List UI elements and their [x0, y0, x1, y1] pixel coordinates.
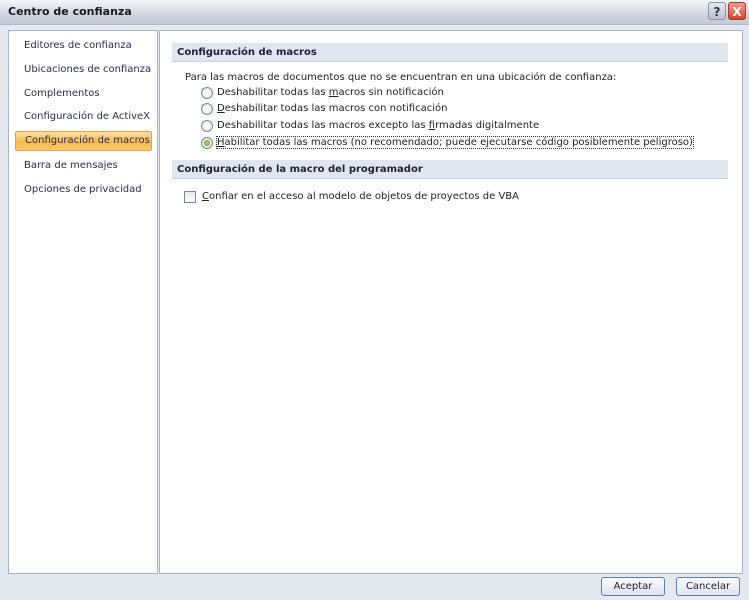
radio-disable-notify[interactable] — [201, 103, 213, 115]
sidebar-item-editores[interactable]: Editores de confianza — [15, 36, 152, 56]
close-button[interactable]: X — [728, 2, 746, 20]
vba-access-label[interactable]: Confiar en el acceso al modelo de objeto… — [202, 191, 519, 202]
option-label[interactable]: Deshabilitar todas las macros sin notifi… — [217, 87, 444, 98]
option-label[interactable]: Deshabilitar todas las macros excepto la… — [217, 120, 539, 131]
option-label[interactable]: Deshabilitar todas las macros con notifi… — [217, 103, 447, 114]
content-panel: Configuración de macros Para las macros … — [159, 30, 743, 574]
sidebar-item-barra-mensajes[interactable]: Barra de mensajes — [15, 156, 152, 176]
window-title: Centro de confianza — [8, 5, 132, 18]
section-header-macros: Configuración de macros — [172, 43, 728, 62]
sidebar: Editores de confianza Ubicaciones de con… — [8, 30, 158, 574]
help-button[interactable]: ? — [708, 2, 726, 20]
intro-text: Para las macros de documentos que no se … — [185, 72, 617, 83]
title-bar: Centro de confianza ? X — [0, 0, 749, 25]
sidebar-item-privacidad[interactable]: Opciones de privacidad — [15, 180, 152, 200]
sidebar-item-macros[interactable]: Configuración de macros — [15, 131, 152, 151]
ok-button[interactable]: Aceptar — [601, 577, 665, 596]
radio-enable-all[interactable] — [201, 137, 213, 149]
sidebar-item-ubicaciones[interactable]: Ubicaciones de confianza — [15, 60, 152, 80]
option-label[interactable]: Habilitar todas las macros (no recomenda… — [216, 136, 694, 149]
sidebar-item-activex[interactable]: Configuración de ActiveX — [15, 107, 152, 127]
vba-access-checkbox[interactable] — [184, 191, 196, 203]
sidebar-item-complementos[interactable]: Complementos — [15, 84, 152, 104]
section-header-developer: Configuración de la macro del programado… — [172, 160, 728, 179]
radio-disable-except-signed[interactable] — [201, 120, 213, 132]
radio-disable-no-notify[interactable] — [201, 87, 213, 99]
cancel-button[interactable]: Cancelar — [676, 577, 740, 596]
